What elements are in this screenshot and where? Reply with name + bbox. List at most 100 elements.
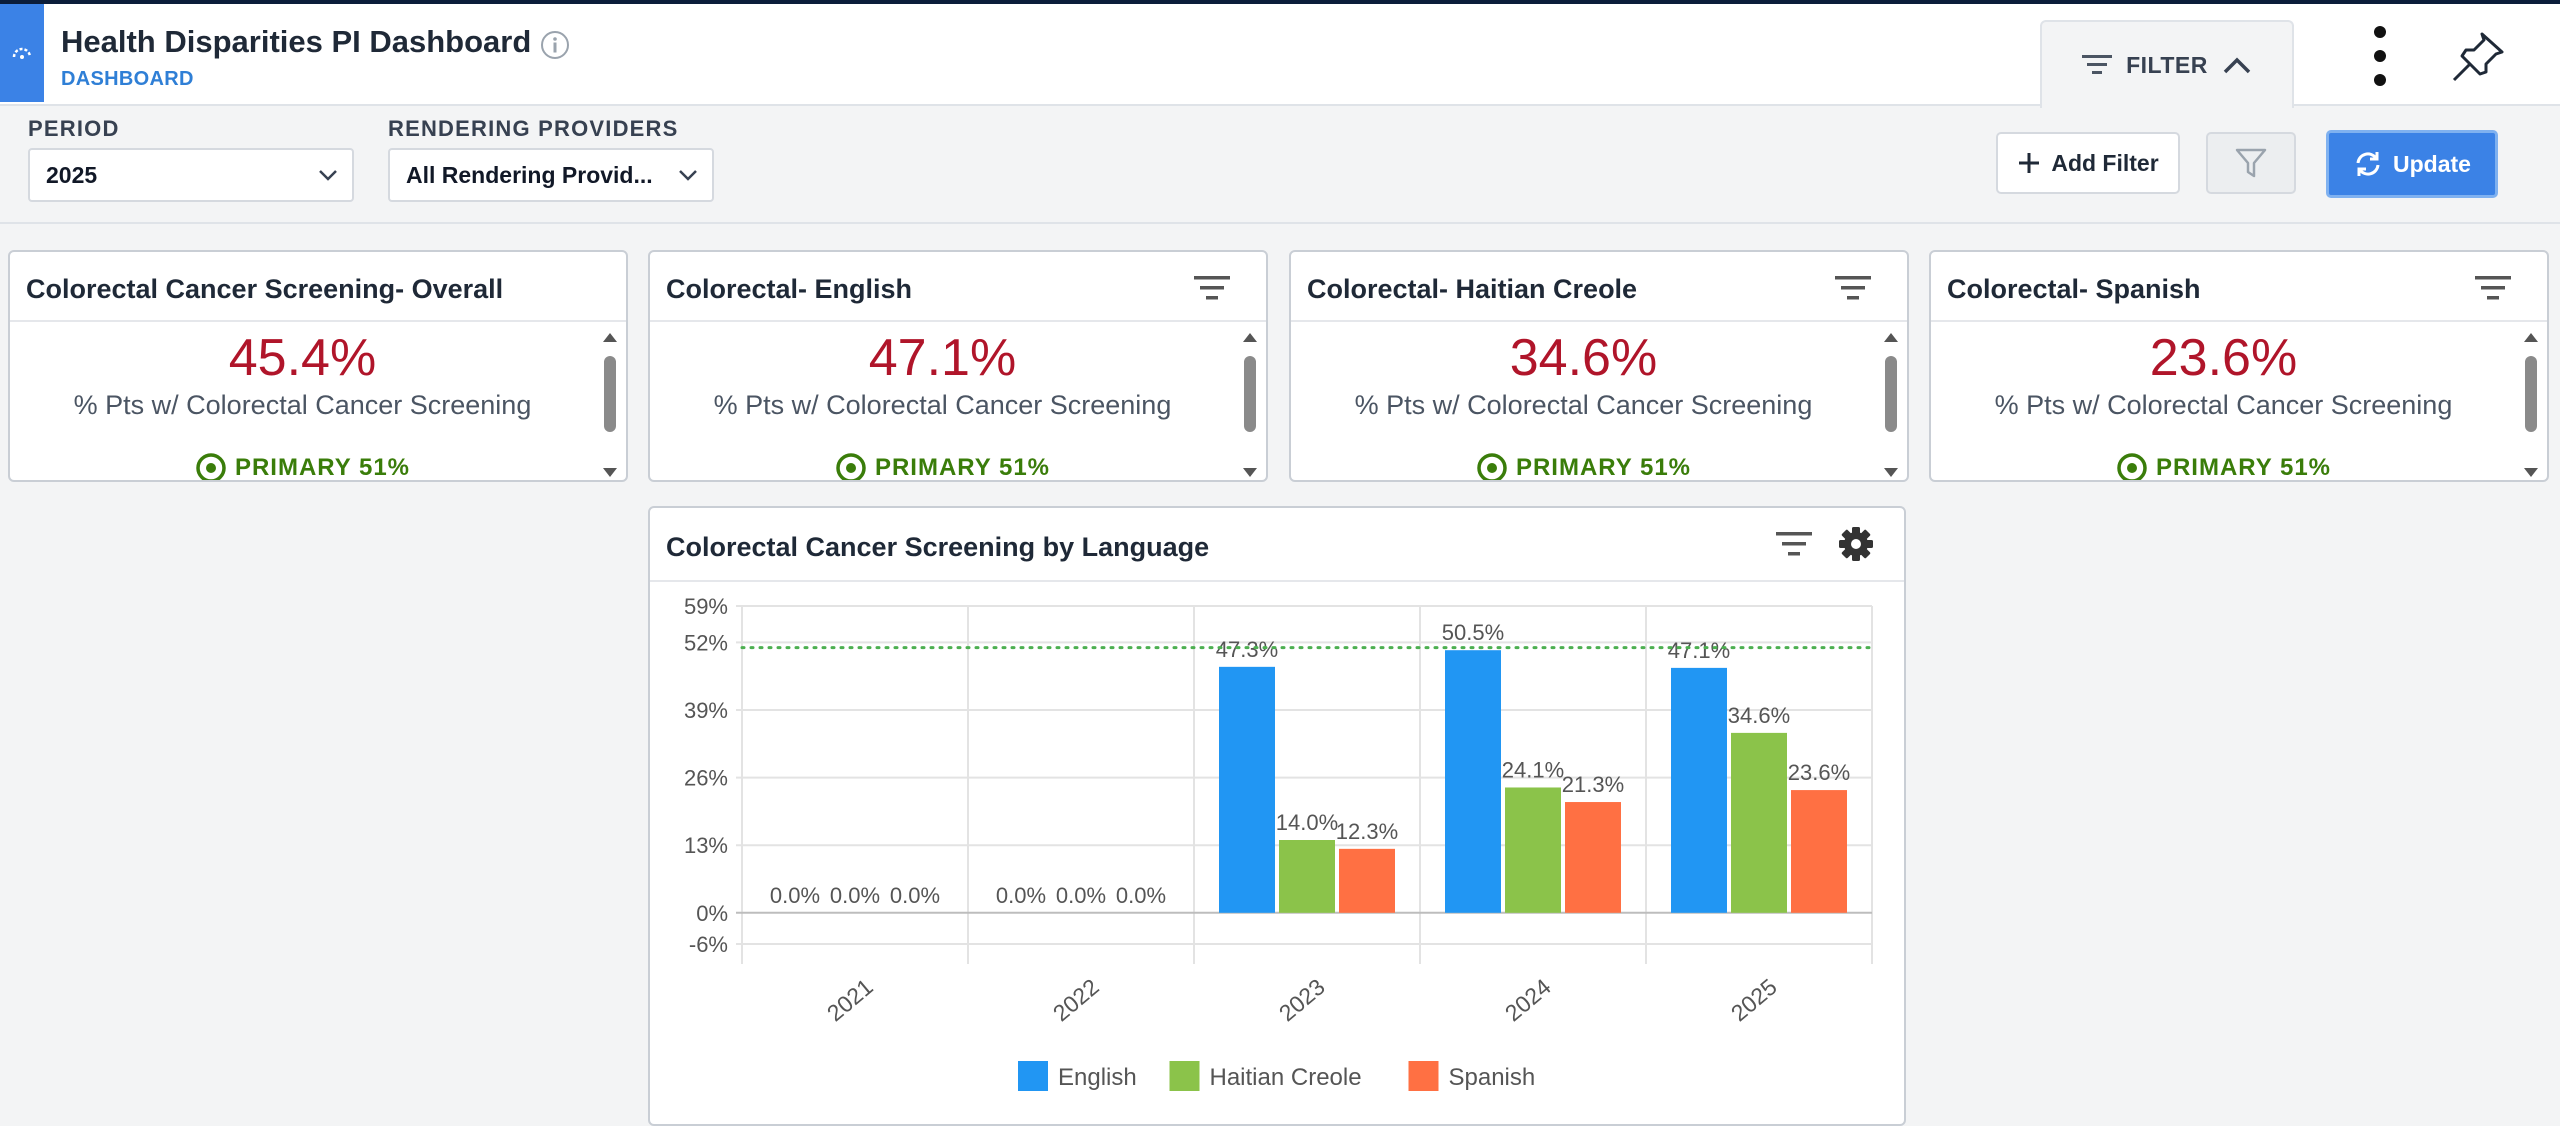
legend-label: English bbox=[1058, 1064, 1137, 1091]
legend-swatch bbox=[1408, 1061, 1439, 1091]
kpi-card-haitian-creole: Colorectal- Haitian Creole 34.6% % Pts w… bbox=[1289, 250, 1909, 482]
target-icon bbox=[2117, 453, 2147, 480]
add-filter-button[interactable]: Add Filter bbox=[1996, 132, 2180, 194]
data-label: 0.0% bbox=[890, 883, 940, 908]
page-title: Health Disparities PI Dashboard bbox=[61, 24, 532, 59]
kpi-card-spanish: Colorectal- Spanish 23.6% % Pts w/ Color… bbox=[1929, 250, 2549, 482]
bar-chart: -6% 0% 13% 26% 39% 52% 59% 0.0% 0.0% 0.0% 2021 0.0%… bbox=[684, 594, 1874, 1091]
data-label: 34.6% bbox=[1728, 703, 1790, 728]
bar-haitian-creole bbox=[1505, 787, 1561, 913]
rendering-providers-value: All Rendering Provid... bbox=[406, 161, 653, 188]
y-tick-label: 59% bbox=[684, 594, 728, 619]
card-title: Colorectal- Spanish bbox=[1947, 274, 2201, 304]
more-options-icon[interactable] bbox=[2365, 26, 2395, 86]
card-divider bbox=[1291, 320, 1907, 322]
y-tick-label: 52% bbox=[684, 630, 728, 655]
x-tick-label: 2024 bbox=[1500, 973, 1556, 1026]
y-tick-label: -6% bbox=[689, 932, 728, 957]
data-label: 12.3% bbox=[1336, 819, 1398, 844]
add-filter-label: Add Filter bbox=[2051, 149, 2159, 176]
filter-bar-divider bbox=[0, 222, 2560, 224]
bar-english bbox=[1445, 650, 1501, 913]
kpi-card-english: Colorectal- English 47.1% % Pts w/ Color… bbox=[648, 250, 1268, 482]
plus-icon bbox=[2019, 153, 2040, 173]
bar-spanish bbox=[1791, 790, 1847, 913]
kpi-value: 34.6% bbox=[1509, 329, 1658, 387]
kpi-description: % Pts w/ Colorectal Cancer Screening bbox=[73, 390, 532, 420]
data-label: 23.6% bbox=[1788, 760, 1850, 785]
bar-spanish bbox=[1565, 802, 1621, 913]
target-icon bbox=[836, 453, 866, 480]
card-scrollbar[interactable] bbox=[1881, 330, 1901, 482]
card-scrollbar[interactable] bbox=[1240, 330, 1260, 482]
bar-haitian-creole bbox=[1279, 840, 1335, 913]
legend-label: Spanish bbox=[1449, 1064, 1536, 1091]
legend-swatch bbox=[1018, 1061, 1048, 1091]
kpi-description: % Pts w/ Colorectal Cancer Screening bbox=[1354, 390, 1813, 420]
x-tick-label: 2021 bbox=[822, 973, 878, 1026]
chevron-down-icon bbox=[319, 170, 337, 181]
chevron-up-icon bbox=[2223, 57, 2251, 74]
card-filter-icon[interactable] bbox=[2473, 272, 2513, 304]
pin-icon[interactable] bbox=[2448, 30, 2508, 84]
data-label: 21.3% bbox=[1562, 772, 1624, 797]
goal-label: PRIMARY 51% bbox=[1515, 454, 1692, 481]
kpi-value: 23.6% bbox=[2149, 329, 2298, 387]
target-icon bbox=[196, 453, 226, 480]
card-filter-icon[interactable] bbox=[1192, 272, 1232, 304]
data-label: 0.0% bbox=[1056, 883, 1106, 908]
rendering-providers-label: RENDERING PROVIDERS bbox=[388, 116, 679, 141]
goal-label: PRIMARY 51% bbox=[874, 454, 1051, 481]
period-value: 2025 bbox=[46, 161, 98, 188]
card-scrollbar[interactable] bbox=[600, 330, 620, 482]
info-icon[interactable] bbox=[540, 30, 570, 60]
x-tick-label: 2023 bbox=[1274, 973, 1330, 1026]
data-label: 14.0% bbox=[1276, 810, 1338, 835]
kpi-value: 47.1% bbox=[868, 329, 1017, 387]
x-tick-label: 2022 bbox=[1048, 973, 1104, 1026]
goal-label: PRIMARY 51% bbox=[234, 454, 411, 481]
data-label: 0.0% bbox=[1116, 883, 1166, 908]
data-label: 0.0% bbox=[996, 883, 1046, 908]
goal-badge: PRIMARY 51% bbox=[1291, 452, 1876, 481]
y-tick-label: 13% bbox=[684, 833, 728, 858]
card-divider bbox=[650, 320, 1266, 322]
data-label: 24.1% bbox=[1502, 757, 1564, 782]
kpi-description: % Pts w/ Colorectal Cancer Screening bbox=[713, 390, 1172, 420]
goal-label: PRIMARY 51% bbox=[2155, 454, 2332, 481]
bar-english bbox=[1219, 666, 1275, 913]
goal-badge: PRIMARY 51% bbox=[650, 452, 1235, 481]
bar-english bbox=[1671, 667, 1727, 913]
period-label: PERIOD bbox=[28, 116, 120, 141]
card-filter-icon[interactable] bbox=[1833, 272, 1873, 304]
card-title: Colorectal Cancer Screening- Overall bbox=[26, 274, 504, 304]
goal-badge: PRIMARY 51% bbox=[1931, 452, 2516, 481]
y-tick-label: 26% bbox=[684, 766, 728, 791]
card-scrollbar[interactable] bbox=[2521, 330, 2541, 482]
card-divider bbox=[10, 320, 626, 322]
filter-lines-icon bbox=[2082, 55, 2113, 74]
data-label: 47.3% bbox=[1216, 637, 1278, 662]
data-label: 50.5% bbox=[1442, 620, 1504, 645]
rendering-providers-select[interactable]: All Rendering Provid... bbox=[388, 148, 714, 202]
kpi-card-overall: Colorectal Cancer Screening- Overall 45.… bbox=[8, 250, 628, 482]
update-button[interactable]: Update bbox=[2326, 130, 2498, 198]
dashboard-gauge-icon[interactable] bbox=[0, 4, 44, 102]
data-label: 0.0% bbox=[770, 883, 820, 908]
y-tick-label: 0% bbox=[696, 901, 728, 926]
kpi-value: 45.4% bbox=[228, 329, 377, 387]
data-label: 47.1% bbox=[1668, 638, 1730, 663]
page-subtitle: DASHBOARD bbox=[61, 68, 194, 90]
update-label: Update bbox=[2393, 150, 2471, 177]
card-divider bbox=[1931, 320, 2547, 322]
bar-haitian-creole bbox=[1731, 732, 1787, 913]
filter-tab-label: FILTER bbox=[2126, 51, 2208, 78]
period-select[interactable]: 2025 bbox=[28, 148, 354, 202]
funnel-icon bbox=[2235, 148, 2267, 178]
filter-toggle-tab[interactable]: FILTER bbox=[2040, 20, 2294, 108]
y-tick-label: 39% bbox=[684, 698, 728, 723]
funnel-filter-button[interactable] bbox=[2206, 132, 2296, 194]
legend-swatch bbox=[1169, 1061, 1200, 1091]
card-title: Colorectal- English bbox=[666, 274, 913, 304]
card-title: Colorectal- Haitian Creole bbox=[1307, 274, 1638, 304]
